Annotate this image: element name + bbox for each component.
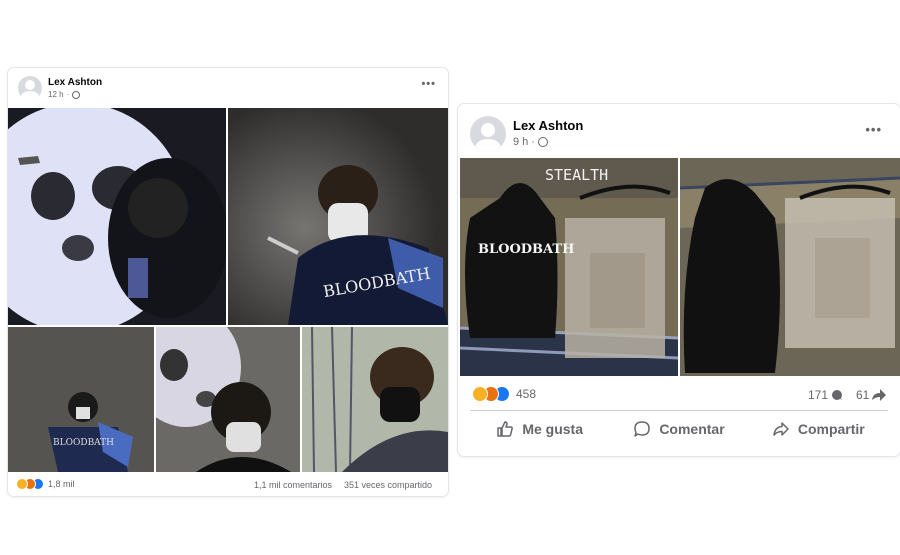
avatar[interactable] — [18, 76, 42, 100]
screenshot-collage: Lex Ashton 12 h · ••• BLOODBATH BLOODBAT… — [0, 0, 900, 555]
post-meta: 9 h · — [513, 136, 548, 148]
avatar[interactable] — [470, 116, 506, 152]
meta-separator: · — [66, 90, 70, 99]
haha-reaction-icon — [16, 478, 28, 490]
globe-icon — [72, 90, 81, 99]
share-icon — [773, 421, 789, 436]
post-photo-2[interactable]: BLOODBATH — [228, 108, 448, 325]
comments-count: 171 — [808, 388, 829, 402]
post-time[interactable]: 9 h — [513, 136, 528, 148]
stealth-handwritten-text: STEALTH — [545, 166, 608, 184]
speech-bubble-icon — [634, 420, 651, 437]
author-name[interactable]: Lex Ashton — [48, 77, 102, 88]
comments-count[interactable]: 1,1 mil comentarios — [254, 480, 332, 490]
post-header: Lex Ashton 9 h · ••• — [458, 104, 900, 156]
post-photo-4[interactable] — [156, 327, 300, 472]
reactions-summary[interactable]: 458 — [472, 386, 536, 402]
comment-button[interactable]: Comentar — [609, 411, 748, 446]
post-photo-2[interactable] — [680, 158, 900, 376]
post-photo-1[interactable] — [8, 108, 226, 325]
shares-count[interactable]: 351 veces compartido — [344, 480, 432, 490]
reactions-summary[interactable]: 1,8 mil — [16, 478, 75, 490]
share-button[interactable]: Compartir — [749, 411, 888, 446]
author-name[interactable]: Lex Ashton — [513, 118, 583, 133]
shares-count: 61 — [856, 388, 870, 402]
meta-separator: · — [531, 136, 535, 148]
like-label: Me gusta — [522, 420, 583, 437]
shares-stat[interactable]: 61 — [856, 388, 887, 402]
post-photo-1[interactable]: BLOODBATH STEALTH — [460, 158, 678, 376]
post-photo-3[interactable]: BLOODBATH — [8, 327, 154, 472]
facebook-post-right: Lex Ashton 9 h · ••• BLOODBATH STEALTH 4… — [458, 104, 900, 456]
more-options-icon[interactable]: ••• — [865, 122, 882, 137]
post-actions: Me gusta Comentar Compartir — [470, 410, 888, 446]
post-time[interactable]: 12 h — [48, 90, 64, 99]
post-photo-5[interactable] — [302, 327, 448, 472]
thumbs-up-icon — [497, 420, 514, 437]
more-options-icon[interactable]: ••• — [421, 78, 436, 90]
post-header: Lex Ashton 12 h · ••• — [8, 68, 448, 108]
globe-icon — [537, 137, 548, 147]
comment-icon — [832, 390, 843, 400]
comments-stat[interactable]: 171 — [808, 388, 843, 402]
reactions-count: 1,8 mil — [48, 479, 75, 489]
comment-label: Comentar — [659, 420, 725, 437]
haha-reaction-icon — [472, 386, 488, 402]
share-label: Compartir — [797, 420, 865, 437]
reactions-count: 458 — [516, 387, 537, 401]
like-button[interactable]: Me gusta — [470, 411, 609, 446]
post-meta: 12 h · — [48, 90, 81, 99]
share-icon — [872, 389, 887, 401]
hoodie-text: BLOODBATH — [478, 242, 574, 257]
facebook-post-left: Lex Ashton 12 h · ••• BLOODBATH BLOODBAT… — [8, 68, 448, 496]
hoodie-text: BLOODBATH — [53, 438, 114, 448]
